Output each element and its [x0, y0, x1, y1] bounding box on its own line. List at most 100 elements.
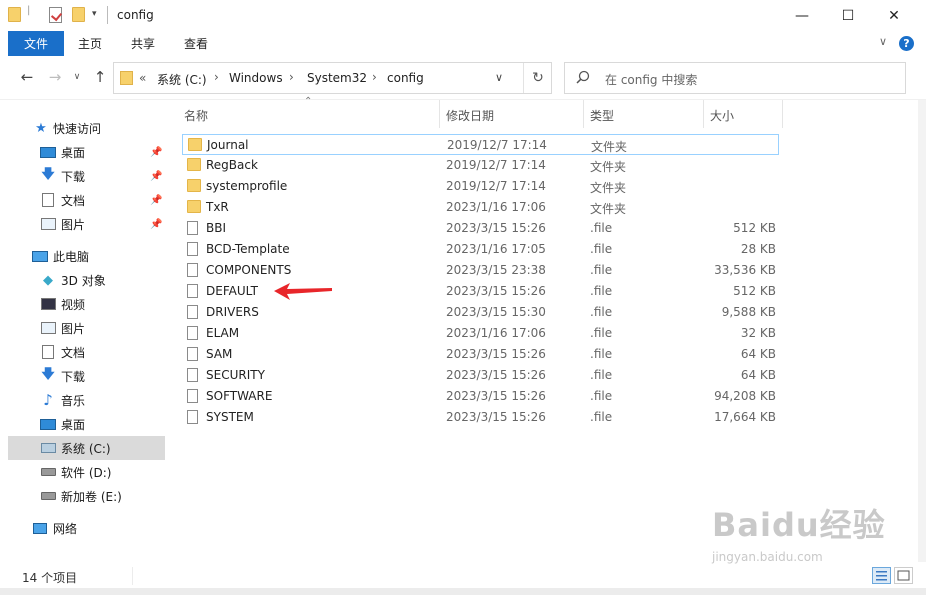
file-name: SOFTWARE: [206, 389, 273, 403]
nav-item-drive-e[interactable]: 新加卷 (E:): [8, 484, 165, 508]
video-icon: [40, 297, 56, 311]
file-row[interactable]: BBI 2023/3/15 15:26 .file 512 KB: [182, 218, 779, 239]
tab-share[interactable]: 共享: [118, 31, 168, 56]
file-type: .file: [590, 389, 613, 403]
file-icon: [187, 305, 198, 319]
minimize-button[interactable]: —: [779, 0, 825, 31]
nav-item-system-drive[interactable]: 系统 (C:): [8, 436, 165, 460]
nav-item-downloads-pc[interactable]: 🡇 下载: [8, 364, 165, 388]
nav-quick-access[interactable]: ★ 快速访问: [8, 116, 165, 140]
file-modified: 2023/1/16 17:05: [446, 242, 546, 256]
sort-ascending-icon: ⌃: [304, 96, 313, 107]
recent-locations-icon[interactable]: ∨: [67, 67, 87, 87]
document-icon: [40, 193, 56, 207]
nav-item-videos[interactable]: 视频: [8, 292, 165, 316]
breadcrumb-system32[interactable]: System32: [307, 71, 367, 85]
breadcrumb-drive[interactable]: 系统 (C:): [157, 71, 207, 88]
file-size: 64 KB: [740, 347, 776, 361]
nav-item-pictures[interactable]: 图片 📌: [8, 212, 165, 236]
nav-network[interactable]: 网络: [8, 516, 165, 540]
forward-button[interactable]: →: [45, 67, 65, 87]
file-name: TxR: [206, 200, 229, 214]
column-divider[interactable]: [782, 100, 783, 128]
breadcrumb-config[interactable]: config: [387, 71, 424, 85]
chevron-right-icon[interactable]: ›: [214, 70, 219, 84]
file-row[interactable]: systemprofile 2019/12/7 17:14 文件夹: [182, 176, 779, 197]
close-button[interactable]: ✕: [871, 0, 917, 31]
pin-icon: 📌: [150, 218, 163, 230]
maximize-button[interactable]: ☐: [825, 0, 871, 31]
address-dropdown-icon[interactable]: ∨: [495, 71, 503, 84]
folder-icon: [187, 158, 201, 171]
file-size: 33,536 KB: [714, 263, 776, 277]
file-row[interactable]: ELAM 2023/1/16 17:06 .file 32 KB: [182, 323, 779, 344]
refresh-button[interactable]: ↻: [523, 63, 552, 93]
nav-item-documents-pc[interactable]: 文档: [8, 340, 165, 364]
properties-icon[interactable]: [49, 7, 62, 23]
file-row[interactable]: SOFTWARE 2023/3/15 15:26 .file 94,208 KB: [182, 386, 779, 407]
search-box[interactable]: 在 config 中搜索: [564, 62, 906, 94]
system-drive-icon: [40, 441, 56, 455]
customize-quick-access-icon[interactable]: ▾: [92, 9, 97, 19]
pin-icon: 📌: [150, 170, 163, 182]
column-modified[interactable]: 修改日期: [446, 107, 494, 124]
new-folder-icon[interactable]: [72, 7, 85, 22]
column-name[interactable]: 名称: [184, 107, 208, 124]
nav-item-desktop-pc[interactable]: 桌面: [8, 412, 165, 436]
chevron-right-icon[interactable]: ›: [289, 70, 294, 84]
large-icons-view-icon[interactable]: [894, 567, 913, 584]
tab-view[interactable]: 查看: [172, 31, 220, 56]
file-type: .file: [590, 305, 613, 319]
chevron-right-icon[interactable]: ›: [372, 70, 377, 84]
file-name: DEFAULT: [206, 284, 258, 298]
file-type: .file: [590, 368, 613, 382]
file-row[interactable]: SYSTEM 2023/3/15 15:26 .file 17,664 KB: [182, 407, 779, 428]
nav-item-3d-objects[interactable]: ◆ 3D 对象: [8, 268, 165, 292]
help-icon[interactable]: ?: [899, 36, 914, 51]
column-divider[interactable]: [439, 100, 440, 128]
nav-item-documents[interactable]: 文档 📌: [8, 188, 165, 212]
file-size: 512 KB: [733, 221, 776, 235]
scrollbar-track[interactable]: [918, 100, 926, 562]
up-button[interactable]: ↑: [90, 67, 110, 87]
file-name: SECURITY: [206, 368, 265, 382]
nav-item-desktop[interactable]: 桌面 📌: [8, 140, 165, 164]
column-divider[interactable]: [703, 100, 704, 128]
column-divider[interactable]: [583, 100, 584, 128]
file-row[interactable]: TxR 2023/1/16 17:06 文件夹: [182, 197, 779, 218]
file-icon: [187, 368, 198, 382]
file-row[interactable]: SAM 2023/3/15 15:26 .file 64 KB: [182, 344, 779, 365]
file-size: 64 KB: [740, 368, 776, 382]
pin-icon: 📌: [150, 146, 163, 158]
column-type[interactable]: 类型: [590, 107, 614, 124]
column-size[interactable]: 大小: [710, 107, 734, 124]
breadcrumb-windows[interactable]: Windows: [229, 71, 283, 85]
tab-home[interactable]: 主页: [66, 31, 114, 56]
file-type: .file: [590, 263, 613, 277]
file-modified: 2019/12/7 17:14: [446, 179, 546, 193]
nav-item-pictures-pc[interactable]: 图片: [8, 316, 165, 340]
file-row[interactable]: Journal 2019/12/7 17:14 文件夹: [182, 134, 779, 155]
nav-item-downloads[interactable]: 🡇 下载 📌: [8, 164, 165, 188]
file-icon: [187, 263, 198, 277]
item-count: 14 个项目: [22, 571, 78, 585]
nav-item-drive-d[interactable]: 软件 (D:): [8, 460, 165, 484]
back-button[interactable]: ←: [17, 67, 37, 87]
file-name: BBI: [206, 221, 227, 235]
file-row[interactable]: RegBack 2019/12/7 17:14 文件夹: [182, 155, 779, 176]
address-bar[interactable]: « 系统 (C:) › Windows › System32 › config …: [113, 62, 552, 94]
file-type: .file: [590, 326, 613, 340]
folder-icon: [8, 7, 21, 22]
ribbon-expand-icon[interactable]: ∨: [879, 35, 887, 48]
file-row[interactable]: COMPONENTS 2023/3/15 23:38 .file 33,536 KB: [182, 260, 779, 281]
file-row[interactable]: DRIVERS 2023/3/15 15:30 .file 9,588 KB: [182, 302, 779, 323]
computer-icon: [32, 249, 48, 263]
file-row[interactable]: SECURITY 2023/3/15 15:26 .file 64 KB: [182, 365, 779, 386]
watermark-main: Baidu经验: [712, 506, 886, 544]
file-name: SYSTEM: [206, 410, 254, 424]
breadcrumb-overflow[interactable]: «: [139, 71, 146, 85]
tab-file[interactable]: 文件: [8, 31, 64, 56]
nav-this-pc[interactable]: 此电脑: [8, 244, 165, 268]
file-row[interactable]: BCD-Template 2023/1/16 17:05 .file 28 KB: [182, 239, 779, 260]
nav-item-music[interactable]: ♪ 音乐: [8, 388, 165, 412]
